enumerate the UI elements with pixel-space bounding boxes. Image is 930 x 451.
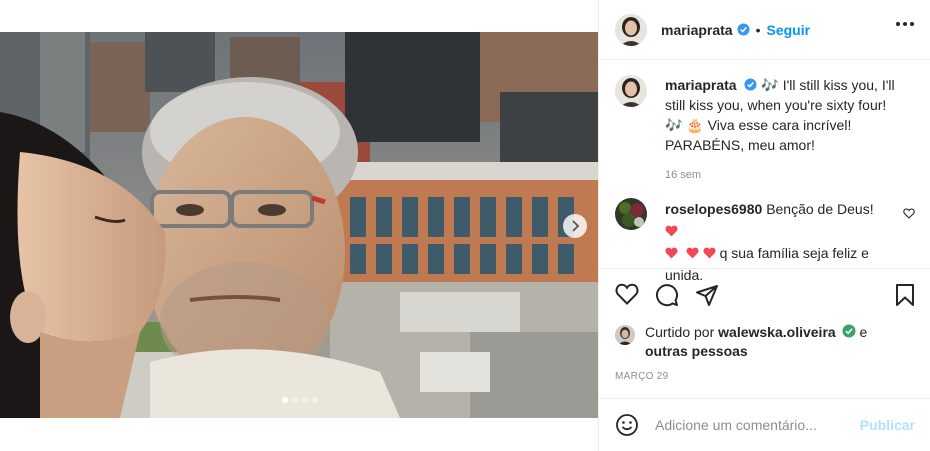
caption-time[interactable]: 16 sem <box>665 169 915 181</box>
carousel-indicator <box>282 397 318 403</box>
comment-icon[interactable] <box>655 283 679 307</box>
avatar-image <box>615 13 647 46</box>
more-options-icon[interactable] <box>896 22 914 26</box>
chevron-right-icon <box>572 220 580 232</box>
liked-by-prefix: Curtido por <box>645 324 715 340</box>
avatar-image <box>615 198 647 230</box>
verified-badge-icon <box>744 78 758 91</box>
avatar-image <box>615 325 635 345</box>
red-heart-emoji-icon <box>665 225 678 237</box>
caption-line-3: PARABÉNS, meu amor! <box>665 137 815 153</box>
caption-author-avatar[interactable] <box>615 75 647 107</box>
post-actions-bar <box>599 268 930 318</box>
separator-dot: • <box>755 21 761 38</box>
post-photo[interactable] <box>0 32 598 418</box>
caption-line-2: 🎶 🎂 Viva esse cara incrível! <box>665 117 852 133</box>
carousel-dot <box>292 397 298 403</box>
like-comment-heart-icon[interactable] <box>903 208 915 219</box>
comment-body-start: Benção de Deus! <box>766 201 874 217</box>
red-heart-emoji-icon <box>686 247 699 259</box>
verified-badge-icon <box>737 23 750 36</box>
bookmark-icon[interactable] <box>895 283 915 307</box>
commenter-username[interactable]: roselopes6980 <box>665 201 762 217</box>
follow-button[interactable]: Seguir <box>767 22 811 38</box>
publish-button[interactable]: Publicar <box>860 417 915 433</box>
liked-by-row: Curtido por walewska.oliveira e outras p… <box>615 323 915 361</box>
commenter-avatar[interactable] <box>615 198 647 230</box>
selfie-photo <box>0 32 598 418</box>
post-media-area <box>0 0 598 451</box>
heart-icon[interactable] <box>615 283 639 305</box>
avatar-image <box>615 75 647 107</box>
caption-row: mariaprata 🎶 I'll still kiss you, I'll s… <box>615 75 915 155</box>
other-likers-link[interactable]: outras pessoas <box>645 343 748 359</box>
liker-username[interactable]: walewska.oliveira <box>718 324 836 340</box>
author-username[interactable]: mariaprata <box>661 22 733 38</box>
comment-input[interactable] <box>655 417 855 433</box>
caption-text: mariaprata 🎶 I'll still kiss you, I'll s… <box>665 75 905 155</box>
red-heart-emoji-icon <box>703 247 716 259</box>
post-date[interactable]: MARÇO 29 <box>615 371 669 382</box>
share-icon[interactable] <box>695 283 719 307</box>
emoji-icon[interactable] <box>615 413 639 437</box>
liker-avatar[interactable] <box>615 325 635 345</box>
next-photo-button[interactable] <box>563 214 587 238</box>
carousel-dot <box>302 397 308 403</box>
post-header: mariaprata • Seguir <box>599 0 930 60</box>
comments-section: mariaprata 🎶 I'll still kiss you, I'll s… <box>599 61 930 283</box>
red-heart-emoji-icon <box>665 247 678 259</box>
liked-by-text: Curtido por walewska.oliveira e outras p… <box>645 323 867 361</box>
verified-badge-icon <box>842 324 856 338</box>
post-side-panel: mariaprata • Seguir mariaprata 🎶 I'll st… <box>598 0 930 451</box>
carousel-dot <box>312 397 318 403</box>
liked-by-conjunction: e <box>859 324 868 340</box>
author-avatar[interactable] <box>615 13 647 46</box>
add-comment-bar: Publicar <box>599 398 930 451</box>
caption-username[interactable]: mariaprata <box>665 77 737 93</box>
carousel-dot <box>282 397 288 403</box>
